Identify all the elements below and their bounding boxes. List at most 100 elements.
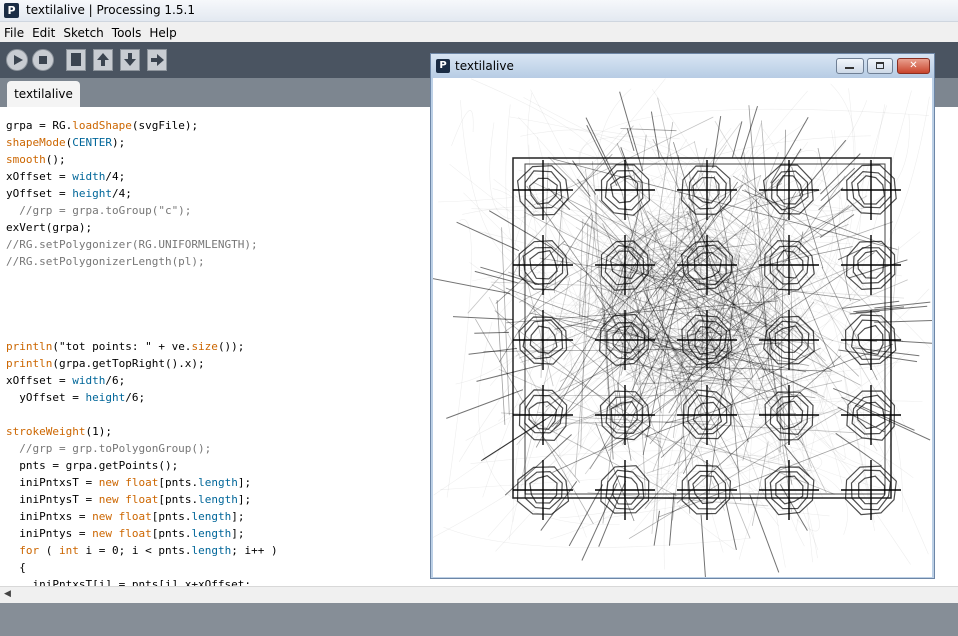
minimize-icon <box>845 67 854 69</box>
menu-bar: File Edit Sketch Tools Help <box>0 22 958 42</box>
code-token: //grp = grpa.toGroup("c"); <box>6 204 192 217</box>
code-line[interactable]: //RG.setPolygonizer(RG.UNIFORMLENGTH); <box>6 236 278 253</box>
sketch-canvas[interactable] <box>433 78 932 577</box>
code-token: println <box>6 340 53 353</box>
code-line[interactable]: //grp = grpa.toGroup("c"); <box>6 202 278 219</box>
code-token: ); <box>111 136 126 149</box>
run-icon <box>14 55 23 65</box>
maximize-button[interactable] <box>867 58 893 74</box>
export-button[interactable] <box>147 49 167 71</box>
code-line[interactable]: exVert(grpa); <box>6 219 278 236</box>
code-token: float <box>118 527 152 540</box>
code-token: yOffset = <box>6 391 86 404</box>
new-button[interactable] <box>66 49 86 71</box>
code-line[interactable]: println("tot points: " + ve.size()); <box>6 338 278 355</box>
code-token: grpa = RG. <box>6 119 73 132</box>
code-token: height <box>72 187 112 200</box>
code-line[interactable]: xOffset = width/6; <box>6 372 278 389</box>
window-title: textilalive | Processing 1.5.1 <box>26 3 195 17</box>
menu-edit[interactable]: Edit <box>28 23 59 43</box>
code-token: float <box>118 510 152 523</box>
editor-horizontal-scrollbar[interactable]: ◀ <box>0 586 958 603</box>
scroll-left-arrow-icon[interactable]: ◀ <box>4 589 11 599</box>
stop-button[interactable] <box>32 49 54 71</box>
code-token: iniPntys = <box>6 527 93 540</box>
tab-textilalive[interactable]: textilalive <box>7 81 80 107</box>
code-line[interactable]: iniPntysT = new float[pnts.length]; <box>6 491 278 508</box>
code-line[interactable] <box>6 287 278 304</box>
maximize-icon <box>876 62 884 69</box>
stop-icon <box>39 56 47 64</box>
code-token: (grpa.getTopRight().x); <box>52 357 205 370</box>
code-token: (svgFile); <box>131 119 199 132</box>
code-line[interactable] <box>6 304 278 321</box>
code-token: //RG.setPolygonizer(RG.UNIFORMLENGTH); <box>6 238 258 251</box>
code-line[interactable]: strokeWeight(1); <box>6 423 278 440</box>
code-token: //grp = grp.toPolygonGroup(); <box>6 442 212 455</box>
code-token: ]; <box>237 476 252 489</box>
save-button[interactable] <box>120 49 140 71</box>
code-line[interactable] <box>6 321 278 338</box>
code-token: CENTER <box>72 136 112 149</box>
code-token: (); <box>45 153 66 166</box>
code-token: strokeWeight <box>6 425 86 438</box>
code-line[interactable]: { <box>6 559 278 576</box>
code-token: shapeMode <box>6 136 66 149</box>
code-line[interactable]: grpa = RG.loadShape(svgFile); <box>6 117 278 134</box>
code-token: [pnts. <box>158 493 199 506</box>
code-line[interactable]: iniPntys = new float[pnts.length]; <box>6 525 278 542</box>
code-token: ( <box>39 544 59 557</box>
code-token: iniPntxsT[i] = pnts[i].x+xOffset; <box>6 578 252 586</box>
code-token: width <box>72 374 106 387</box>
code-text[interactable]: grpa = RG.loadShape(svgFile); shapeMode(C… <box>6 117 278 586</box>
code-token: width <box>72 170 106 183</box>
code-line[interactable]: shapeMode(CENTER); <box>6 134 278 151</box>
menu-file[interactable]: File <box>0 23 28 43</box>
console-area <box>0 603 958 636</box>
code-line[interactable]: yOffset = height/4; <box>6 185 278 202</box>
code-token: { <box>6 561 26 574</box>
code-line[interactable]: iniPntxs = new float[pnts.length]; <box>6 508 278 525</box>
code-line[interactable] <box>6 406 278 423</box>
code-token: new <box>98 493 119 506</box>
code-token: length <box>191 544 232 557</box>
open-button[interactable] <box>93 49 113 71</box>
code-line[interactable]: iniPntxsT = new float[pnts.length]; <box>6 474 278 491</box>
code-line[interactable]: iniPntxsT[i] = pnts[i].x+xOffset; <box>6 576 278 586</box>
code-token: for <box>19 544 40 557</box>
close-button[interactable]: ✕ <box>897 58 930 74</box>
code-line[interactable]: xOffset = width/4; <box>6 168 278 185</box>
code-token: /6; <box>125 391 146 404</box>
code-token: (1); <box>85 425 112 438</box>
code-line[interactable]: smooth(); <box>6 151 278 168</box>
code-line[interactable]: //RG.setPolygonizerLength(pl); <box>6 253 278 270</box>
code-token: println <box>6 357 53 370</box>
menu-help[interactable]: Help <box>145 23 180 43</box>
run-button[interactable] <box>6 49 28 71</box>
code-line[interactable]: yOffset = height/6; <box>6 389 278 406</box>
code-token: length <box>191 527 232 540</box>
code-token: /4; <box>105 170 126 183</box>
code-token: xOffset = <box>6 170 73 183</box>
code-line[interactable]: //grp = grp.toPolygonGroup(); <box>6 440 278 457</box>
minimize-button[interactable] <box>836 58 864 74</box>
code-line[interactable] <box>6 270 278 287</box>
code-token: loadShape <box>72 119 132 132</box>
menu-sketch[interactable]: Sketch <box>59 23 107 43</box>
code-line[interactable]: println(grpa.getTopRight().x); <box>6 355 278 372</box>
code-line[interactable]: pnts = grpa.getPoints(); <box>6 457 278 474</box>
sketch-window[interactable]: P textilalive ✕ <box>430 53 935 579</box>
menu-tools[interactable]: Tools <box>108 23 146 43</box>
code-token: [pnts. <box>151 527 192 540</box>
textile-pattern-drawing <box>433 78 932 577</box>
code-token: [pnts. <box>158 476 199 489</box>
sketch-window-title: textilalive <box>455 59 514 73</box>
code-token: ]; <box>237 493 252 506</box>
code-line[interactable]: for ( int i = 0; i < pnts.length; i++ ) <box>6 542 277 559</box>
sketch-app-icon: P <box>436 59 450 73</box>
sketch-title-bar[interactable]: P textilalive ✕ <box>431 54 934 78</box>
code-token: iniPntxsT = <box>6 476 99 489</box>
code-token: new <box>98 476 119 489</box>
